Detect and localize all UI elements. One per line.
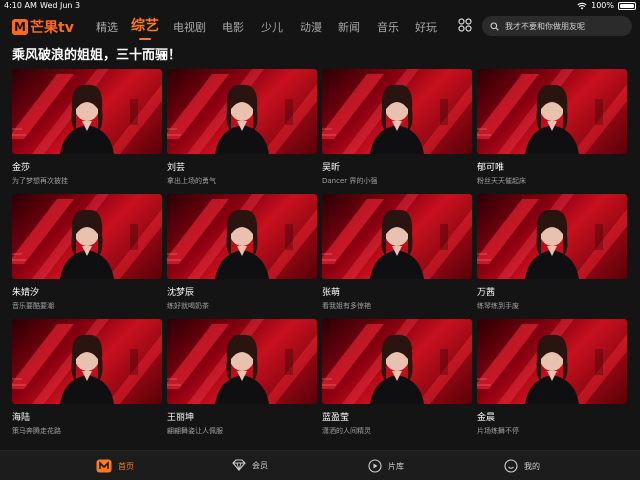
card-title: 金莎 <box>12 163 31 173</box>
show-card[interactable]: 万茜 练琴练到手废 <box>477 194 627 311</box>
portrait-illustration <box>477 69 627 154</box>
tab-tv-series[interactable]: 电视剧 <box>173 19 206 35</box>
card-thumbnail[interactable] <box>322 69 472 154</box>
status-date: Wed Jun 3 <box>40 1 81 10</box>
portrait-illustration <box>477 194 627 279</box>
tab-kids[interactable]: 少儿 <box>261 19 283 35</box>
wifi-icon <box>577 2 587 9</box>
portrait-illustration <box>167 194 317 279</box>
card-subtitle: 音乐要酷要潮 <box>12 302 54 310</box>
portrait-illustration <box>12 69 162 154</box>
status-time: 4:10 AM <box>4 1 37 10</box>
status-bar: 4:10 AM Wed Jun 3 100% <box>0 0 640 12</box>
tabbar-vip-label: 会员 <box>252 460 268 470</box>
show-card[interactable]: 郁可唯粉丝天天催起床 <box>477 69 627 186</box>
logo-mark: M <box>12 19 28 35</box>
tabbar-home-label: 首页 <box>118 461 134 471</box>
card-thumbnail[interactable] <box>322 194 472 279</box>
tabbar-library[interactable]: 片库 <box>368 459 404 473</box>
portrait-illustration <box>322 69 472 154</box>
card-subtitle: 拿出上场的勇气 <box>167 177 216 185</box>
bottom-tab-bar: 首页 会员 片库 我的 <box>0 450 640 480</box>
card-thumbnail[interactable] <box>12 319 162 404</box>
card-subtitle: 翩翩舞姿让人佩服 <box>167 427 223 435</box>
card-title: 海陆 <box>12 413 31 423</box>
portrait-illustration <box>12 194 162 279</box>
card-title: 沈梦辰 <box>167 288 195 298</box>
card-subtitle: 粉丝天天催起床 <box>477 177 526 185</box>
card-thumbnail[interactable] <box>167 319 317 404</box>
card-thumbnail[interactable] <box>322 319 472 404</box>
mango-home-icon <box>96 459 112 473</box>
show-card[interactable]: 金晨 片场练舞不停 <box>477 319 627 436</box>
card-subtitle: 策马奔腾走花路 <box>12 427 61 435</box>
show-card[interactable]: 蓝盈莹潇洒的人间精灵 <box>322 319 472 436</box>
card-thumbnail[interactable] <box>477 194 627 279</box>
card-thumbnail[interactable] <box>167 69 317 154</box>
portrait-illustration <box>12 319 162 404</box>
card-subtitle: 潇洒的人间精灵 <box>322 427 371 435</box>
card-subtitle: Dancer 界的小强 <box>322 177 378 185</box>
mango-tv-logo[interactable]: M 芒果tv <box>12 17 74 37</box>
tab-news[interactable]: 新闻 <box>338 19 360 35</box>
show-card[interactable]: 张萌 看我姐有多惊艳 <box>322 194 472 311</box>
search-suggestion: 我才不要和你做朋友呢 <box>505 21 585 31</box>
top-nav: M 芒果tv 精选 综艺 电视剧 电影 少儿 动漫 新闻 音乐 好玩 我才不要和… <box>0 14 640 38</box>
card-thumbnail[interactable] <box>12 194 162 279</box>
tabbar-library-label: 片库 <box>388 461 404 471</box>
card-title: 王丽坤 <box>167 413 195 423</box>
portrait-illustration <box>322 194 472 279</box>
card-subtitle: 练好就喝奶茶 <box>167 302 209 310</box>
smiley-icon <box>504 459 518 473</box>
tab-featured[interactable]: 精选 <box>96 19 118 35</box>
show-card[interactable]: 海陆 策马奔腾走花路 <box>12 319 162 436</box>
card-title: 万茜 <box>477 288 496 298</box>
card-thumbnail[interactable] <box>167 194 317 279</box>
show-card[interactable]: 王丽坤翩翩舞姿让人佩服 <box>167 319 317 436</box>
search-icon <box>490 21 499 31</box>
card-thumbnail[interactable] <box>12 69 162 154</box>
portrait-illustration <box>167 69 317 154</box>
tab-music[interactable]: 音乐 <box>377 19 399 35</box>
diamond-icon <box>232 459 246 471</box>
card-title: 刘芸 <box>167 163 186 173</box>
card-title: 郁可唯 <box>477 163 505 173</box>
tabbar-vip[interactable]: 会员 <box>232 459 268 471</box>
card-title: 金晨 <box>477 413 496 423</box>
tabbar-home[interactable]: 首页 <box>96 459 134 473</box>
portrait-illustration <box>167 319 317 404</box>
card-title: 张萌 <box>322 288 341 298</box>
status-right: 100% <box>577 1 636 10</box>
show-card[interactable]: 金莎为了梦想再次披挂 <box>12 69 162 186</box>
tabbar-mine-label: 我的 <box>524 461 540 471</box>
card-title: 吴昕 <box>322 163 341 173</box>
portrait-illustration <box>477 319 627 404</box>
card-title: 朱婧汐 <box>12 288 40 298</box>
tab-movies[interactable]: 电影 <box>222 19 244 35</box>
card-thumbnail[interactable] <box>477 69 627 154</box>
battery-percent: 100% <box>591 1 614 10</box>
card-thumbnail[interactable] <box>477 319 627 404</box>
page-title: 乘风破浪的姐姐，三十而骊！ <box>12 48 182 63</box>
portrait-illustration <box>322 319 472 404</box>
logo-text: 芒果tv <box>30 20 74 36</box>
card-title: 蓝盈莹 <box>322 413 350 423</box>
tabbar-mine[interactable]: 我的 <box>504 459 540 473</box>
battery-icon <box>618 1 636 10</box>
card-subtitle: 看我姐有多惊艳 <box>322 302 371 310</box>
grid-menu-icon[interactable] <box>458 18 472 32</box>
tab-variety[interactable]: 综艺 <box>131 15 159 35</box>
card-subtitle: 练琴练到手废 <box>477 302 519 310</box>
card-subtitle: 片场练舞不停 <box>477 427 519 435</box>
tab-fun[interactable]: 好玩 <box>415 19 437 35</box>
show-card[interactable]: 吴昕 Dancer 界的小强 <box>322 69 472 186</box>
show-card[interactable]: 朱婧汐 音乐要酷要潮 <box>12 194 162 311</box>
tab-anime[interactable]: 动漫 <box>300 19 322 35</box>
card-subtitle: 为了梦想再次披挂 <box>12 177 68 185</box>
search-box[interactable]: 我才不要和你做朋友呢 <box>482 16 632 36</box>
show-card[interactable]: 沈梦辰 练好就喝奶茶 <box>167 194 317 311</box>
show-card[interactable]: 刘芸 拿出上场的勇气 <box>167 69 317 186</box>
play-circle-icon <box>368 459 382 473</box>
